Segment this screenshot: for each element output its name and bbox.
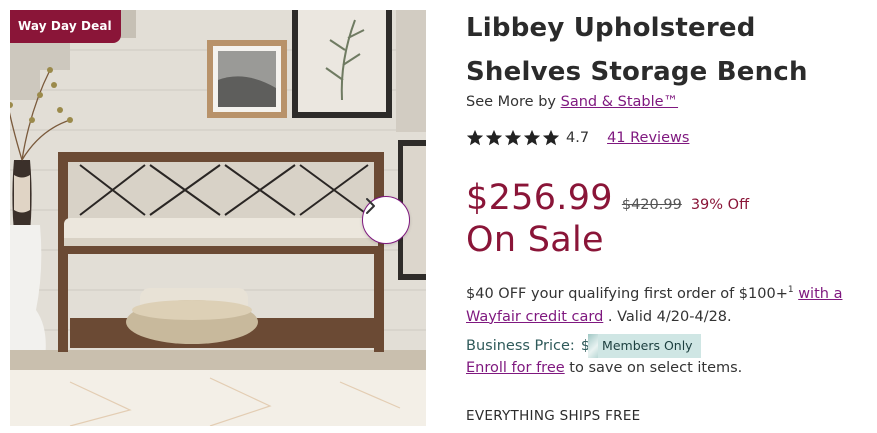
star-rating: [466, 129, 560, 147]
members-only-tag[interactable]: Members Only: [588, 334, 701, 358]
way-day-deal-badge: Way Day Deal: [10, 10, 121, 43]
free-shipping-notice: EVERYTHING SHIPS FREE: [466, 408, 641, 424]
star-icon: [504, 129, 522, 146]
star-icon: [523, 129, 541, 146]
reviews-link[interactable]: 41 Reviews: [607, 130, 689, 146]
on-sale-label: On Sale: [466, 220, 604, 260]
star-icon: [542, 129, 560, 146]
enroll-line: Enroll for free to save on select items.: [466, 360, 742, 376]
percent-off: 39% Off: [690, 197, 750, 213]
promo-text: $40 OFF your qualifying first order of $…: [466, 285, 788, 302]
business-price-label: Business Price:: [466, 338, 575, 354]
original-price: $420.99: [621, 197, 682, 213]
rating-row: 4.7 41 Reviews: [466, 128, 689, 148]
product-image-gallery[interactable]: Way Day Deal: [10, 10, 426, 426]
see-more-label: See More by: [466, 94, 556, 110]
sale-price: $256.99: [466, 178, 613, 218]
promo-validity: . Valid 4/20-4/28.: [607, 308, 732, 325]
price-row: $256.99 $420.99 39% Off: [466, 177, 749, 219]
enroll-link[interactable]: Enroll for free: [466, 360, 565, 376]
brand-line: See More by Sand & Stable™: [466, 94, 678, 110]
star-icon: [485, 129, 503, 146]
promo-footnote: 1: [787, 285, 794, 295]
promo-offer: $40 OFF your qualifying first order of $…: [466, 279, 872, 329]
product-title: Libbey Upholstered Shelves Storage Bench: [466, 13, 808, 87]
brand-link[interactable]: Sand & Stable™: [561, 94, 678, 110]
next-image-button[interactable]: [362, 196, 410, 244]
star-icon: [466, 129, 484, 146]
business-price-row: Business Price: $ Members Only: [466, 334, 701, 358]
rating-value: 4.7: [566, 130, 590, 146]
enroll-text: to save on select items.: [569, 360, 743, 376]
chevron-right-icon: [366, 198, 375, 214]
